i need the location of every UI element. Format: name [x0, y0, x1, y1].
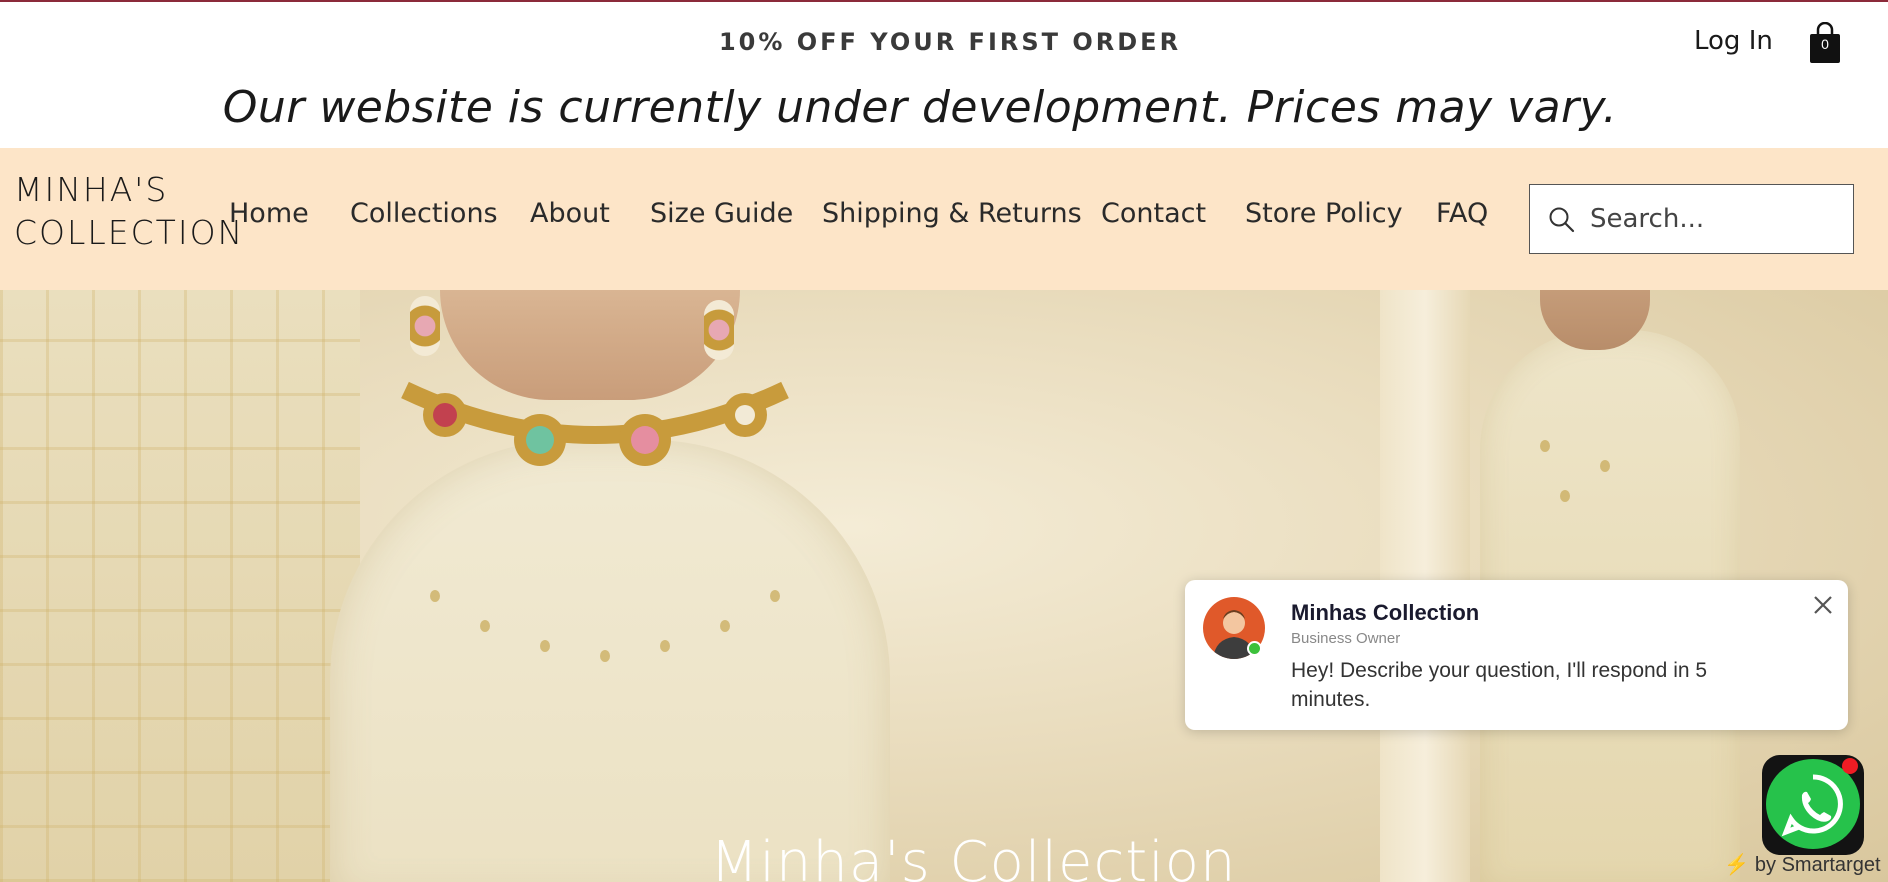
- online-status-dot: [1247, 641, 1262, 656]
- chat-popup[interactable]: Minhas Collection Business Owner Hey! De…: [1185, 580, 1848, 730]
- embroidery-motif: [1600, 460, 1610, 472]
- hero-necklace-image: [401, 381, 789, 466]
- embroidery-motif: [770, 590, 780, 602]
- navigation-bar: MINHA'S COLLECTION Home Collections Abou…: [0, 148, 1888, 290]
- search-icon: [1549, 207, 1575, 233]
- nav-item-faq[interactable]: FAQ: [1436, 198, 1488, 229]
- chat-contact-role: Business Owner: [1291, 630, 1401, 647]
- brand-line-1: MINHA'S: [14, 170, 169, 209]
- nav-item-store-policy[interactable]: Store Policy: [1245, 198, 1403, 229]
- nav-item-about[interactable]: About: [530, 198, 610, 229]
- brand-line-2: COLLECTION: [14, 213, 245, 252]
- login-link[interactable]: Log In: [1694, 26, 1773, 56]
- chat-contact-name: Minhas Collection: [1291, 600, 1480, 625]
- embroidery-motif: [480, 620, 490, 632]
- nav-item-collections[interactable]: Collections: [350, 198, 498, 229]
- chat-message: Hey! Describe your question, I'll respon…: [1291, 659, 1708, 711]
- hero-dupatta-image: [0, 290, 360, 882]
- close-icon[interactable]: [1810, 592, 1836, 618]
- embroidery-motif: [540, 640, 550, 652]
- powered-by-text: by Smartarget: [1754, 854, 1881, 876]
- search-box[interactable]: [1529, 184, 1854, 254]
- promo-bar: 10% OFF YOUR FIRST ORDER Our website is …: [0, 2, 1888, 148]
- hero-earring-left: [410, 296, 440, 356]
- nav-item-home[interactable]: Home: [229, 198, 309, 229]
- hero-earring-right: [704, 300, 734, 360]
- powered-by-link[interactable]: ⚡ by Smartarget: [1724, 852, 1881, 877]
- notification-badge: [1842, 758, 1858, 774]
- nav-item-size-guide[interactable]: Size Guide: [650, 198, 793, 229]
- promo-offer-text: 10% OFF YOUR FIRST ORDER: [718, 28, 1182, 56]
- cart-count: 0: [1821, 36, 1829, 52]
- development-notice: Our website is currently under developme…: [222, 82, 1618, 133]
- bolt-icon: ⚡: [1724, 854, 1749, 876]
- nav-item-contact[interactable]: Contact: [1101, 198, 1206, 229]
- hero-model-dress: [330, 440, 890, 882]
- embroidery-motif: [660, 640, 670, 652]
- brand-logo[interactable]: MINHA'S COLLECTION: [14, 168, 244, 254]
- hero-title: Minha's Collection: [710, 830, 1237, 882]
- embroidery-motif: [600, 650, 610, 662]
- search-input[interactable]: [1590, 201, 1840, 237]
- embroidery-motif: [1560, 490, 1570, 502]
- embroidery-motif: [1540, 440, 1550, 452]
- embroidery-motif: [430, 590, 440, 602]
- cart-button[interactable]: 0: [1808, 21, 1842, 64]
- embroidery-motif: [720, 620, 730, 632]
- nav-item-shipping-returns[interactable]: Shipping & Returns: [822, 198, 1082, 229]
- whatsapp-button[interactable]: [1762, 755, 1864, 855]
